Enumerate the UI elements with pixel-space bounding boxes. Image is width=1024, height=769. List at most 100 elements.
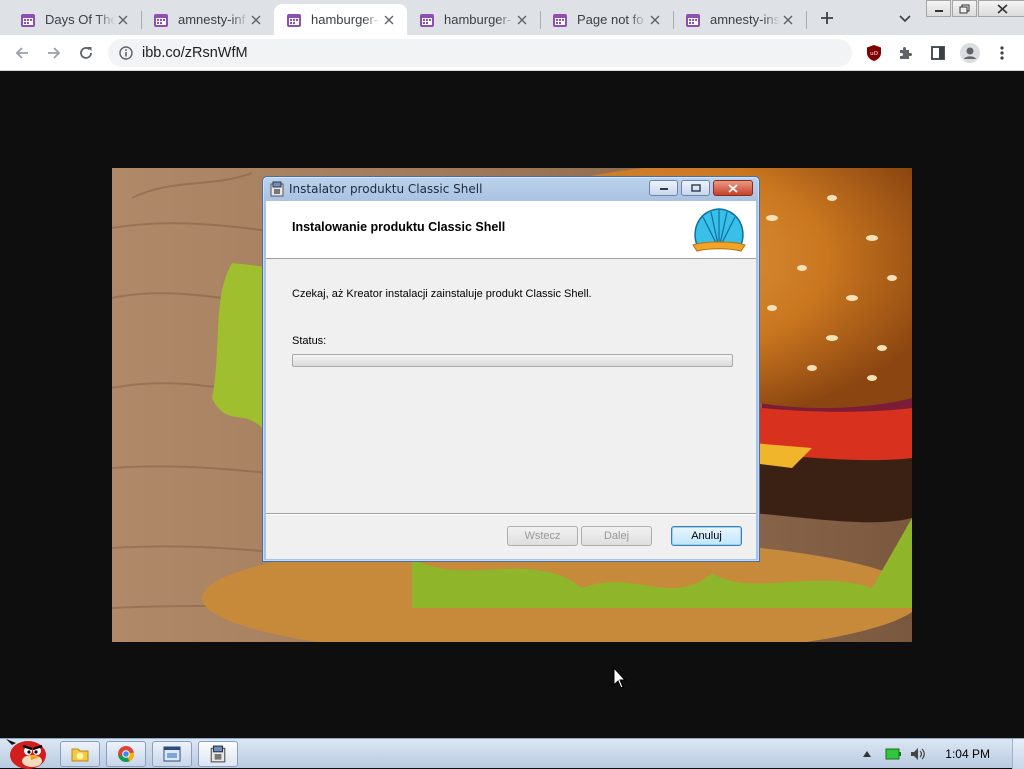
- power-status-icon[interactable]: [883, 744, 903, 764]
- tab-separator: [806, 11, 807, 29]
- dialog-title: Instalator produktu Classic Shell: [289, 182, 483, 196]
- install-message: Czekaj, aż Kreator instalacji zainstaluj…: [292, 288, 592, 300]
- close-icon[interactable]: [647, 12, 663, 28]
- taskbar-window-button[interactable]: [152, 741, 192, 767]
- dialog-titlebar[interactable]: Instalator produktu Classic Shell: [263, 177, 759, 201]
- window-icon: [163, 746, 181, 762]
- restore-icon: [959, 4, 970, 13]
- kebab-menu-icon: [1000, 46, 1004, 60]
- system-tray: 1:04 PM: [857, 739, 1024, 769]
- back-button[interactable]: Wstecz: [507, 526, 578, 546]
- address-bar[interactable]: ibb.co/zRsnWfM: [108, 39, 852, 67]
- tab-title: amnesty-ins: [710, 12, 780, 27]
- back-button[interactable]: [10, 41, 34, 65]
- close-icon: [728, 183, 738, 193]
- cancel-button[interactable]: Anuluj: [671, 526, 742, 546]
- tab-title: amnesty-inf: [178, 12, 246, 27]
- calendar-icon: [287, 13, 301, 27]
- close-icon[interactable]: [248, 12, 264, 28]
- tab-title: Days Of The: [45, 12, 115, 27]
- calendar-icon: [553, 13, 567, 27]
- restore-button[interactable]: [952, 0, 977, 17]
- dialog-heading: Instalowanie produktu Classic Shell: [292, 220, 506, 234]
- footer-divider: [266, 513, 756, 515]
- forward-arrow-icon: [48, 47, 61, 59]
- tab-page-not-found[interactable]: Page not fo: [540, 4, 673, 35]
- installer-icon: [270, 181, 284, 197]
- profile-button[interactable]: [958, 41, 982, 65]
- tab-search-button[interactable]: [894, 8, 916, 30]
- plus-icon: [821, 12, 833, 24]
- volume-button[interactable]: [909, 744, 929, 764]
- forward-button[interactable]: [42, 41, 66, 65]
- mouse-cursor-icon: [613, 667, 627, 689]
- svg-text:uO: uO: [870, 51, 878, 57]
- close-icon[interactable]: [115, 12, 131, 28]
- back-arrow-icon: [15, 47, 28, 59]
- chrome-icon: [118, 746, 135, 762]
- close-icon[interactable]: [780, 12, 796, 28]
- close-icon[interactable]: [381, 12, 397, 28]
- menu-button[interactable]: [990, 41, 1014, 65]
- close-icon: [996, 3, 1008, 14]
- window-controls: [926, 0, 1024, 18]
- dialog-body: Instalowanie produktu Classic Shell Czek…: [266, 201, 756, 559]
- tab-hamburger-active[interactable]: hamburger-: [274, 4, 407, 35]
- maximize-icon: [690, 184, 701, 192]
- tab-amnesty-ins[interactable]: amnesty-ins: [673, 4, 806, 35]
- close-window-button[interactable]: [978, 0, 1024, 17]
- taskbar-installer-button[interactable]: [198, 741, 238, 767]
- calendar-icon: [154, 13, 168, 27]
- calendar-icon: [420, 13, 434, 27]
- status-label: Status:: [292, 335, 327, 347]
- tab-title: hamburger-: [311, 12, 379, 27]
- taskbar-chrome-button[interactable]: [106, 741, 146, 767]
- next-button[interactable]: Dalej: [581, 526, 652, 546]
- tab-amnesty-inf[interactable]: amnesty-inf: [141, 4, 274, 35]
- minimize-icon: [934, 9, 943, 12]
- tab-hamburger[interactable]: hamburger-: [407, 4, 540, 35]
- tab-days-of-the[interactable]: Days Of The: [8, 4, 141, 35]
- taskbar: 1:04 PM: [0, 738, 1024, 769]
- side-panel-icon: [931, 46, 945, 60]
- chevron-down-icon: [899, 15, 911, 23]
- installer-icon: [210, 745, 226, 763]
- tab-title: Page not fo: [577, 12, 644, 27]
- folder-icon: [71, 748, 89, 762]
- battery-icon: [885, 748, 902, 760]
- new-tab-button[interactable]: [816, 7, 838, 29]
- reload-button[interactable]: [74, 41, 98, 65]
- dialog-minimize-button[interactable]: [649, 180, 678, 196]
- dialog-maximize-button[interactable]: [681, 180, 710, 196]
- close-icon[interactable]: [514, 12, 530, 28]
- dialog-window-controls: [646, 180, 753, 196]
- side-panel-button[interactable]: [926, 41, 950, 65]
- address-text[interactable]: ibb.co/zRsnWfM: [142, 45, 248, 61]
- ublock-extension-button[interactable]: uO: [862, 41, 886, 65]
- taskbar-clock[interactable]: 1:04 PM: [945, 747, 990, 761]
- dialog-header: Instalowanie produktu Classic Shell: [266, 201, 756, 259]
- browser-toolbar: ibb.co/zRsnWfM uO: [0, 35, 1024, 71]
- extensions-button[interactable]: [894, 41, 918, 65]
- lock-icon[interactable]: [118, 45, 134, 61]
- speaker-icon: [911, 748, 926, 760]
- install-progress-bar: [292, 354, 733, 367]
- calendar-icon: [686, 13, 700, 27]
- show-hidden-icons-button[interactable]: [857, 744, 877, 764]
- tab-strip: Days Of The amnesty-inf hamburger- hambu…: [0, 0, 1024, 35]
- minimize-icon: [659, 188, 668, 190]
- calendar-icon: [21, 13, 35, 27]
- show-desktop-button[interactable]: [1012, 739, 1024, 769]
- avatar-icon: [960, 43, 980, 63]
- classic-shell-logo-icon: [692, 208, 746, 252]
- reload-icon: [80, 47, 92, 59]
- ublock-shield-icon: uO: [867, 45, 881, 61]
- start-button-angry-bird-icon[interactable]: [4, 731, 50, 769]
- taskbar-explorer-button[interactable]: [60, 741, 100, 767]
- installer-dialog: Instalator produktu Classic Shell Instal…: [262, 176, 760, 562]
- tab-title: hamburger-: [444, 12, 512, 27]
- dialog-close-button[interactable]: [713, 180, 753, 196]
- puzzle-icon: [900, 47, 912, 59]
- up-arrow-icon: [863, 751, 872, 757]
- minimize-button[interactable]: [926, 0, 951, 17]
